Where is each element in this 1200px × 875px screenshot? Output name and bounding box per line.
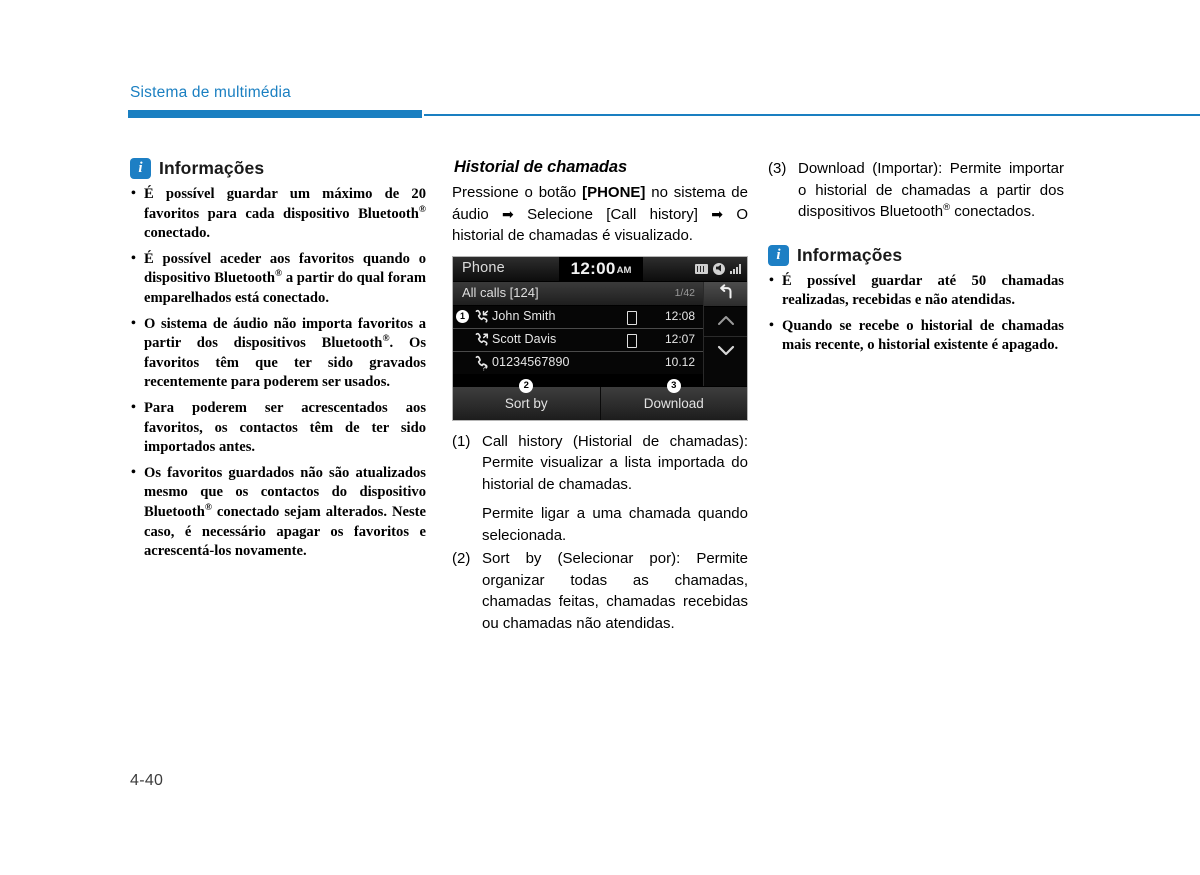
scroll-up-button[interactable] — [704, 307, 747, 337]
sort-by-button[interactable]: 2 Sort by — [453, 378, 600, 420]
item-marker: (3) — [768, 160, 787, 177]
info-box-header-right: i Informações — [768, 244, 1064, 266]
page-number: 4-40 — [130, 772, 164, 789]
sort-by-label: Sort by — [504, 395, 548, 411]
header-rule-thin — [424, 114, 1200, 116]
clock-time: 12:00 — [570, 258, 616, 278]
list-item: Quando se recebe o historial de chamadas… — [768, 316, 1064, 356]
back-button[interactable] — [704, 281, 747, 307]
header-rule — [128, 110, 1200, 118]
caller-name: Scott Davis — [492, 331, 557, 346]
list-item: (2) Sort by (Selecionar por): Permite or… — [452, 548, 748, 634]
info-icon: i — [768, 244, 789, 266]
numbered-description-list: (1) Call history (Historial de chamadas)… — [452, 431, 748, 635]
caller-name: 01234567890 — [492, 354, 570, 369]
chevron-down-icon — [717, 345, 734, 355]
callout-marker-1: 1 — [456, 309, 469, 323]
phone-button-reference: [PHONE] — [582, 184, 646, 201]
clock: 12:00AM — [559, 256, 643, 281]
download-button[interactable]: 3 Download — [599, 378, 747, 420]
section-title: Historial de chamadas — [454, 158, 628, 176]
item-marker: (1) — [452, 432, 471, 450]
mobile-icon — [627, 333, 637, 348]
scroll-down-button[interactable] — [704, 337, 747, 366]
call-time: 10.12 — [664, 354, 695, 369]
info-bullet-list-left: É possível guardar um máximo de 20 favor… — [130, 184, 426, 562]
call-time: 12:08 — [664, 308, 695, 323]
header-rule-thick — [128, 110, 422, 118]
info-icon: i — [130, 158, 151, 179]
left-column: i Informações É possível guardar um máxi… — [130, 158, 426, 562]
table-row[interactable]: 1 John Smith 12:08 — [453, 305, 703, 329]
arrow-icon: ➡ — [711, 205, 724, 222]
item-extra-text: Permite ligar a uma chamada quando selec… — [482, 505, 748, 544]
info-box-title: Informações — [159, 158, 265, 178]
list-item: É possível guardar um máximo de 20 favor… — [130, 184, 426, 244]
list-header-label: All calls [124] — [462, 284, 539, 300]
info-box-title: Informações — [797, 244, 903, 265]
page-header: Sistema de multimédia — [128, 84, 1200, 120]
mobile-icon — [627, 310, 637, 325]
clock-meridiem: AM — [616, 264, 632, 276]
download-label: Download — [643, 395, 704, 411]
missed-call-icon: ? — [474, 355, 489, 372]
numbered-description-list-right: (3) Download (Importar): Permite importa… — [768, 158, 1064, 223]
signal-icon — [730, 263, 741, 274]
incoming-call-icon — [474, 309, 489, 325]
list-page-count: 1/42 — [674, 286, 695, 299]
list-item: O sistema de áudio não importa favoritos… — [130, 314, 426, 393]
call-history-list[interactable]: 1 John Smith 12:08 Scott Davis 12:07 ? 0… — [453, 305, 703, 374]
call-time: 12:07 — [664, 331, 695, 346]
item-text-after: conectados. — [950, 203, 1036, 220]
callout-marker-3: 3 — [666, 378, 681, 393]
right-column: (3) Download (Importar): Permite importa… — [768, 158, 1064, 356]
mute-icon — [713, 262, 725, 275]
status-bar: Phone 12:00AM — [453, 256, 747, 282]
outgoing-call-icon — [474, 332, 489, 348]
side-control-strip — [703, 281, 747, 386]
table-row[interactable]: ? 01234567890 10.12 — [453, 351, 703, 374]
arrow-icon: ➡ — [502, 205, 514, 222]
chevron-up-icon — [717, 315, 734, 325]
callout-marker-2: 2 — [519, 378, 534, 393]
bottom-button-bar: 2 Sort by 3 Download — [453, 378, 747, 420]
svg-text:?: ? — [482, 363, 487, 371]
sd-card-icon — [695, 263, 708, 274]
list-item: É possível aceder aos favoritos quando o… — [130, 249, 426, 309]
list-item: (1) Call history (Historial de chamadas)… — [452, 431, 748, 547]
head-unit-screenshot: Phone 12:00AM All calls [124] 1/42 1 Joh… — [452, 255, 748, 421]
item-text: Sort by (Selecionar por): Permite organi… — [482, 550, 748, 632]
list-item: (3) Download (Importar): Permite importa… — [768, 158, 1064, 223]
list-header-bar: All calls [124] 1/42 — [453, 281, 703, 306]
middle-column: Historial de chamadas Pressione o botão … — [452, 158, 748, 636]
list-item: Para poderem ser acrescentados aos favor… — [130, 398, 426, 458]
item-text: Call history (Historial de chamadas): Pe… — [482, 432, 748, 493]
caller-name: John Smith — [492, 308, 556, 323]
back-arrow-icon — [719, 283, 731, 298]
chapter-title: Sistema de multimédia — [130, 84, 291, 101]
intro-part-1: Pressione o botão — [452, 184, 583, 201]
info-box-header-left: i Informações — [130, 158, 426, 179]
status-icons — [695, 262, 741, 275]
intro-paragraph: Pressione o botão [PHONE] no sistema de … — [452, 182, 748, 247]
list-item: Os favoritos guardados não são atualizad… — [130, 463, 426, 562]
list-item: É possível guardar até 50 chamadas reali… — [768, 270, 1064, 311]
intro-part-3: Selecione [Call history] — [513, 205, 712, 223]
table-row[interactable]: Scott Davis 12:07 — [453, 328, 703, 352]
item-marker: (2) — [452, 550, 471, 567]
info-bullet-list-right: É possível guardar até 50 chamadas reali… — [768, 270, 1064, 356]
app-title: Phone — [462, 259, 505, 276]
